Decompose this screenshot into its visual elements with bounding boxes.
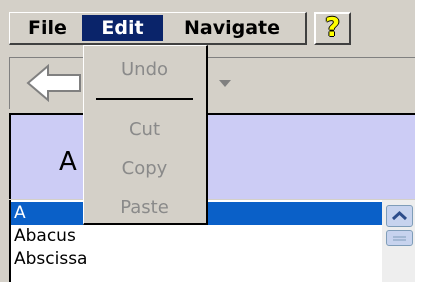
list-item[interactable]: Abscissa: [11, 248, 382, 271]
chevron-up-icon: [391, 210, 408, 221]
help-icon: ?: [324, 13, 341, 43]
help-button[interactable]: ?: [314, 12, 351, 45]
menu-item-paste[interactable]: Paste: [84, 196, 205, 220]
scroll-up-button[interactable]: [386, 205, 413, 227]
toolbar: [9, 57, 415, 109]
app-window: File Edit Navigate ? A A Abacus Abscissa: [0, 0, 415, 282]
menu-item-cut[interactable]: Cut: [84, 118, 205, 142]
header-letter: A: [59, 147, 77, 177]
menu-item-undo[interactable]: Undo: [84, 58, 205, 82]
edit-menu-dropdown: Undo Cut Copy Paste: [83, 45, 208, 225]
menu-separator: [96, 98, 193, 100]
list-item[interactable]: Abacus: [11, 225, 382, 248]
vertical-scrollbar[interactable]: [382, 200, 415, 282]
grip-icon: [393, 236, 406, 241]
dropdown-arrow-icon[interactable]: [218, 79, 232, 89]
menu-navigate[interactable]: Navigate: [168, 15, 296, 41]
back-arrow-icon[interactable]: [26, 64, 82, 102]
word-list: A Abacus Abscissa: [9, 200, 415, 282]
menu-edit[interactable]: Edit: [82, 15, 163, 41]
menu-item-copy[interactable]: Copy: [84, 157, 205, 181]
header-panel: A: [9, 113, 415, 199]
menu-file[interactable]: File: [14, 15, 81, 41]
menu-bar: File Edit Navigate: [9, 12, 307, 45]
scroll-thumb[interactable]: [386, 230, 413, 246]
